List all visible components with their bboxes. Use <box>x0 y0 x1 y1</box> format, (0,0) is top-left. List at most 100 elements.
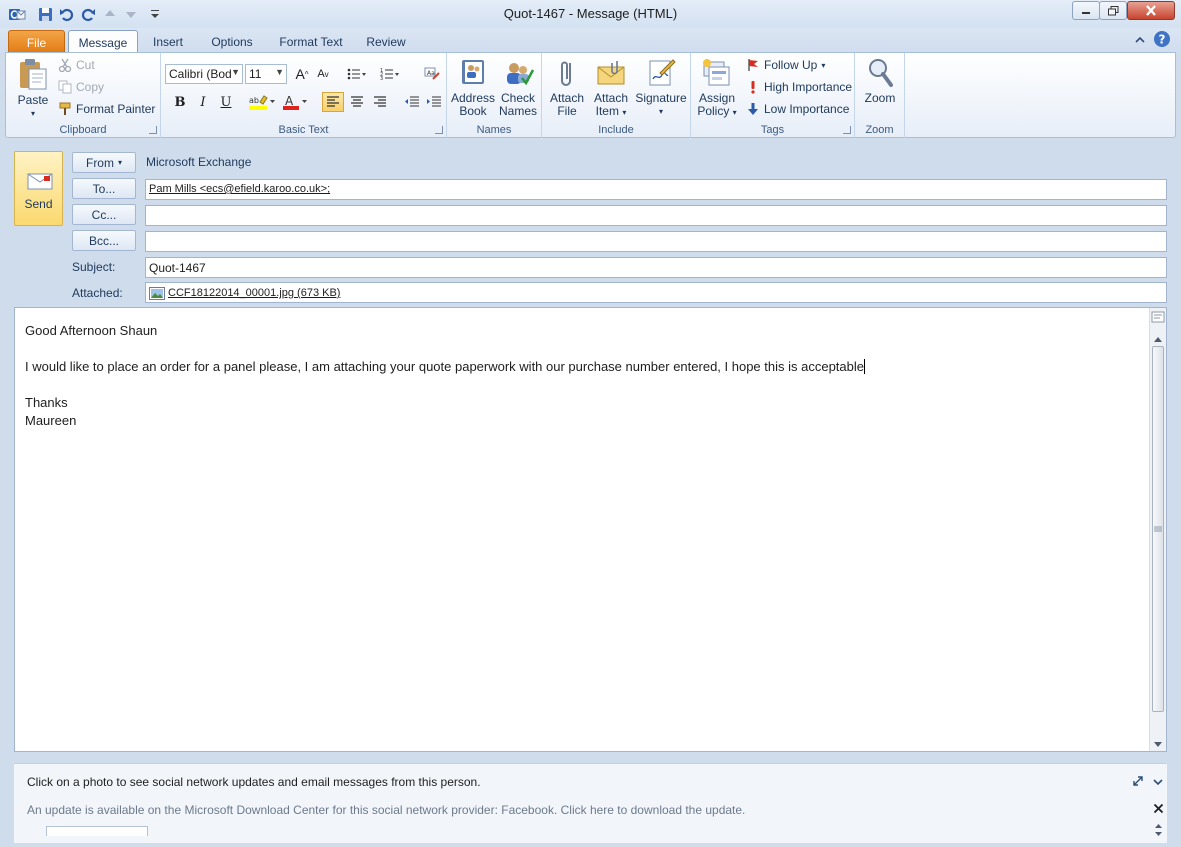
cc-field[interactable] <box>145 205 1167 226</box>
attach-file-label-2: File <box>557 104 577 118</box>
minimize-button[interactable] <box>1072 1 1100 20</box>
to-button[interactable]: To... <box>72 178 136 199</box>
highlight-color-button[interactable]: ab <box>247 92 277 112</box>
zoom-group: Zoom Zoom <box>855 53 905 138</box>
underline-button[interactable]: U <box>215 92 237 112</box>
outlook-app-icon[interactable] <box>8 5 26 23</box>
grow-font-icon[interactable]: A ^ <box>291 64 313 84</box>
social-update-message[interactable]: An update is available on the Microsoft … <box>27 803 745 817</box>
body-scrollbar[interactable] <box>1149 308 1166 751</box>
from-value: Microsoft Exchange <box>146 155 252 169</box>
body-text[interactable]: Good Afternoon Shaun I would like to pla… <box>25 322 1145 430</box>
chevron-down-icon[interactable] <box>1153 776 1163 790</box>
subject-field[interactable]: Quot-1467 <box>145 257 1167 278</box>
expand-pane-icon[interactable] <box>1132 775 1144 790</box>
tab-format-text[interactable]: Format Text <box>274 30 348 53</box>
paste-button[interactable]: Paste ▾ <box>14 57 52 120</box>
ruler-toggle-icon[interactable] <box>1151 310 1165 327</box>
follow-up-button[interactable]: Follow Up ▾ <box>746 58 825 72</box>
assign-policy-button[interactable]: Assign Policy ▾ <box>695 57 739 119</box>
close-button[interactable] <box>1127 1 1175 20</box>
align-center-button[interactable] <box>346 92 368 112</box>
font-color-button[interactable]: A <box>281 92 311 112</box>
high-importance-button[interactable]: High Importance <box>746 80 852 94</box>
format-painter-label: Format Painter <box>76 102 156 116</box>
title-bar: Quot-1467 - Message (HTML) <box>0 0 1181 28</box>
names-group-label: Names <box>476 124 512 136</box>
people-pane-tab[interactable] <box>46 826 148 836</box>
numbering-icon[interactable]: 123 <box>379 64 401 84</box>
tab-insert[interactable]: Insert <box>145 30 191 53</box>
shrink-font-icon[interactable]: Av <box>312 64 334 84</box>
bcc-button[interactable]: Bcc... <box>72 230 136 251</box>
tab-options[interactable]: Options <box>203 30 261 53</box>
basic-text-dialog-launcher-icon[interactable] <box>435 126 443 134</box>
scroll-up-icon[interactable] <box>1153 332 1163 346</box>
bullets-icon[interactable] <box>346 64 368 84</box>
clipboard-group-label: Clipboard <box>59 124 107 136</box>
font-size-combo[interactable]: 11 ▼ <box>245 64 287 84</box>
attachment-well: CCF18122014_00001.jpg (673 KB) <box>145 282 1167 303</box>
clipboard-group: Paste ▾ Cut Copy Format Painter Clipboar… <box>6 53 161 138</box>
tab-file[interactable]: File <box>8 30 65 53</box>
paperclip-icon <box>561 61 571 86</box>
tags-group-label: Tags <box>760 124 785 136</box>
previous-item-icon[interactable] <box>101 5 119 23</box>
format-painter-button[interactable]: Format Painter <box>58 102 155 116</box>
cc-button[interactable]: Cc... <box>72 204 136 225</box>
body-greeting: Good Afternoon Shaun <box>25 323 158 338</box>
redo-icon[interactable] <box>79 5 97 23</box>
flag-icon <box>748 59 758 71</box>
clear-formatting-icon[interactable]: Aa <box>421 64 443 84</box>
undo-icon[interactable] <box>57 5 75 23</box>
low-importance-button[interactable]: Low Importance <box>746 102 849 116</box>
signature-icon <box>649 59 676 86</box>
attach-file-button[interactable]: Attach File <box>548 57 586 118</box>
attachment-item[interactable]: CCF18122014_00001.jpg (673 KB) <box>168 287 340 299</box>
include-group: Attach File Attach Item ▾ Signature ▾ In… <box>542 53 691 138</box>
chevron-down-icon: ▼ <box>275 67 284 77</box>
bcc-field[interactable] <box>145 231 1167 252</box>
tab-review[interactable]: Review <box>361 30 411 53</box>
bold-button[interactable]: B <box>169 92 191 112</box>
italic-button[interactable]: I <box>192 92 214 112</box>
attach-item-button[interactable]: Attach Item ▾ <box>591 57 631 119</box>
check-names-button[interactable]: Check Names <box>496 57 540 118</box>
to-recipient[interactable]: Pam Mills <ecs@efield.karoo.co.uk>; <box>149 183 330 195</box>
message-body[interactable]: Good Afternoon Shaun I would like to pla… <box>14 307 1167 752</box>
close-icon[interactable] <box>1153 803 1164 817</box>
svg-text:3: 3 <box>380 76 383 81</box>
font-name-combo[interactable]: Calibri (Bod ▼ <box>165 64 243 84</box>
magnifier-icon <box>869 59 893 87</box>
zoom-button[interactable]: Zoom <box>859 57 901 105</box>
align-right-button[interactable] <box>369 92 391 112</box>
send-button[interactable]: Send <box>14 151 63 226</box>
increase-indent-icon[interactable] <box>423 92 445 112</box>
customize-toolbar-icon[interactable] <box>146 5 164 23</box>
address-book-button[interactable]: Address Book <box>451 57 495 118</box>
tags-dialog-launcher-icon[interactable] <box>843 126 851 134</box>
font-size-value: 11 <box>249 67 262 81</box>
to-field[interactable]: Pam Mills <ecs@efield.karoo.co.uk>; <box>145 179 1167 200</box>
assign-policy-icon <box>703 59 730 86</box>
maximize-button[interactable] <box>1099 1 1127 20</box>
basic-text-group-label: Basic Text <box>278 124 329 136</box>
window-title: Quot-1467 - Message (HTML) <box>503 6 678 21</box>
collapse-ribbon-icon[interactable] <box>1134 34 1146 48</box>
tags-group: Assign Policy ▾ Follow Up ▾ High Importa… <box>691 53 855 138</box>
scroll-thumb[interactable] <box>1152 346 1164 712</box>
body-closing: Thanks <box>25 395 68 410</box>
tab-message[interactable]: Message <box>68 30 138 53</box>
copy-button[interactable]: Copy <box>58 80 104 94</box>
save-icon[interactable] <box>36 5 54 23</box>
decrease-indent-icon[interactable] <box>401 92 423 112</box>
signature-button[interactable]: Signature ▾ <box>634 57 688 118</box>
cut-button[interactable]: Cut <box>58 58 95 72</box>
clipboard-dialog-launcher-icon[interactable] <box>149 126 157 134</box>
align-left-button[interactable] <box>322 92 344 112</box>
next-item-icon[interactable] <box>122 5 140 23</box>
pane-scroll-icon[interactable] <box>1154 823 1163 840</box>
from-button[interactable]: From ▾ <box>72 152 136 173</box>
help-icon[interactable]: ? <box>1153 30 1171 51</box>
scroll-down-icon[interactable] <box>1153 738 1163 752</box>
